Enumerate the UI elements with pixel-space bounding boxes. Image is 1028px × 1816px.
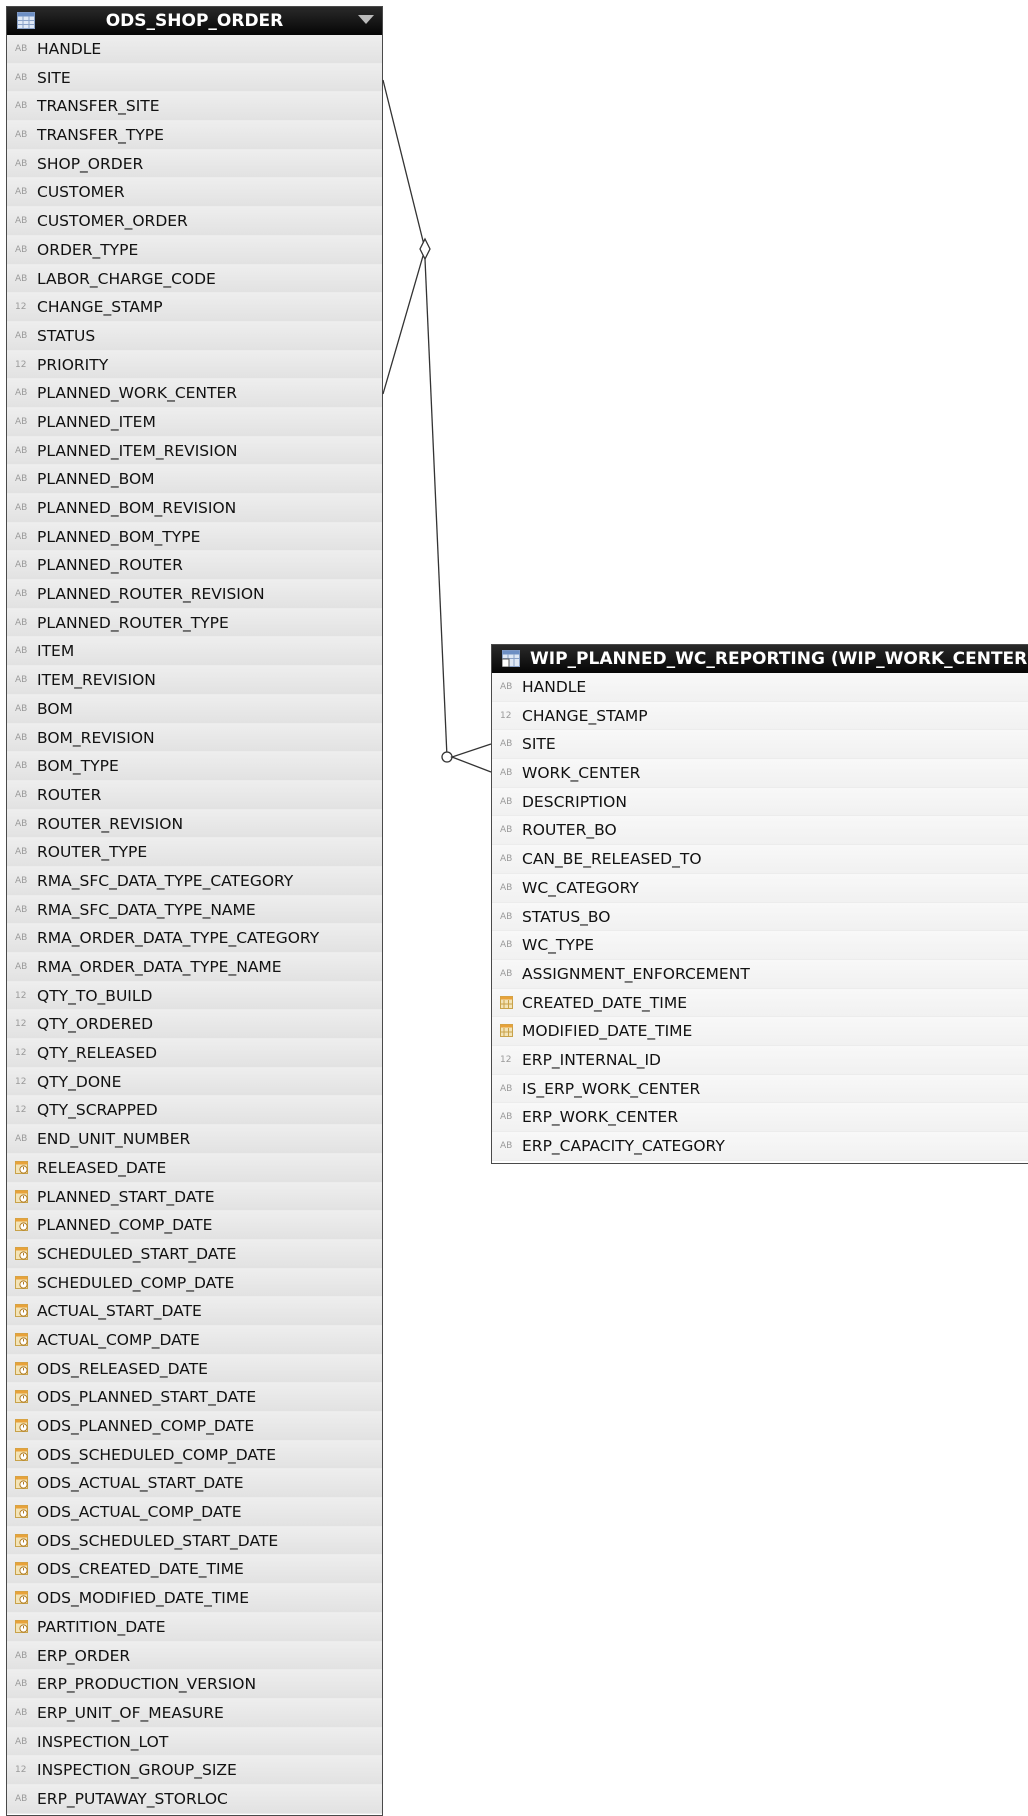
relationship-link-line: [424, 258, 448, 758]
relationship-diamond: [419, 237, 431, 261]
relationship-line-left: [382, 79, 426, 395]
relationship-line-right: [450, 743, 492, 773]
relationship-connector: [382, 79, 492, 773]
